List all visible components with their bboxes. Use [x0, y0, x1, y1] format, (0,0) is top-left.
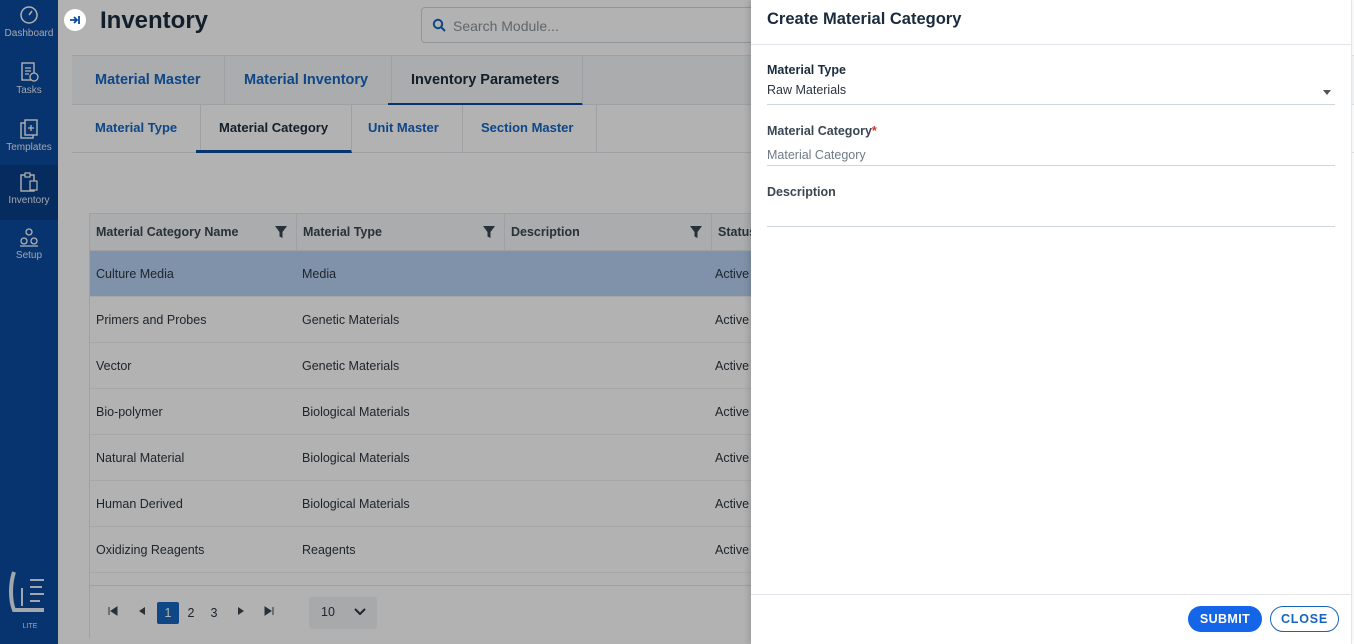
material-category-label: Material Category*	[767, 124, 877, 138]
dropdown-caret-icon	[1323, 90, 1331, 95]
material-type-select[interactable]: Raw Materials	[767, 83, 1335, 105]
drawer-title: Create Material Category	[767, 10, 962, 28]
description-input[interactable]	[767, 205, 1335, 227]
material-category-label-text: Material Category	[767, 124, 872, 138]
close-button[interactable]: CLOSE	[1270, 606, 1339, 632]
collapse-sidebar-button[interactable]	[64, 9, 86, 31]
submit-button[interactable]: SUBMIT	[1188, 606, 1262, 632]
material-type-label: Material Type	[767, 63, 846, 77]
description-label: Description	[767, 185, 836, 199]
material-type-value: Raw Materials	[767, 83, 847, 97]
create-category-drawer: Create Material Category Material Type R…	[751, 0, 1352, 644]
material-category-input[interactable]	[767, 144, 1335, 166]
modal-backdrop[interactable]	[0, 0, 751, 644]
required-asterisk: *	[871, 124, 877, 138]
pin-icon	[70, 16, 80, 24]
divider	[751, 44, 1351, 45]
